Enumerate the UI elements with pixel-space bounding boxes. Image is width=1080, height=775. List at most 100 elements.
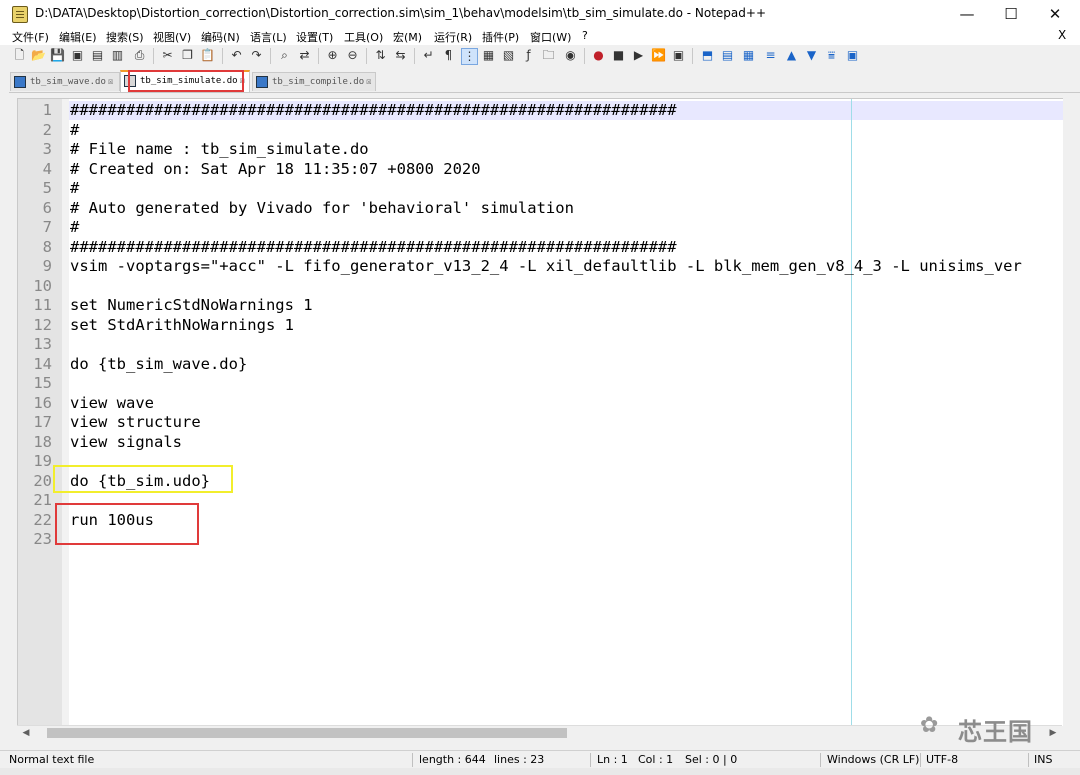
plugin-e-icon[interactable]: ⩸: [824, 48, 839, 63]
status-insert-mode: INS: [1034, 753, 1053, 766]
close-document-button[interactable]: X: [1058, 28, 1066, 42]
line-number: 3: [42, 140, 52, 158]
bottom-strip: [0, 768, 1080, 775]
close-file-icon[interactable]: ▤: [90, 48, 105, 63]
sync-vertical-icon[interactable]: ⇅: [373, 48, 388, 63]
open-file-icon[interactable]: 📂: [31, 48, 46, 63]
line-number: 16: [33, 393, 52, 412]
tab-tb-sim-compile[interactable]: tb_sim_compile.do ☒: [252, 72, 376, 91]
menu-view[interactable]: 视图(V): [153, 29, 191, 45]
line-text[interactable]: set StdArithNoWarnings 1: [70, 316, 294, 336]
menu-edit[interactable]: 编辑(E): [59, 29, 97, 45]
plugin-c-icon[interactable]: ▦: [741, 48, 756, 63]
up-arrow-icon[interactable]: ▲: [784, 48, 799, 63]
horizontal-scrollbar[interactable]: ◀ ▶: [17, 725, 1062, 740]
play-macro-icon[interactable]: ▶: [631, 48, 646, 63]
scrollbar-thumb[interactable]: [47, 728, 567, 738]
tab-tb-sim-wave[interactable]: tb_sim_wave.do ☒: [10, 72, 120, 91]
save-all-icon[interactable]: ▣: [70, 48, 85, 63]
line-number: 7: [42, 218, 52, 236]
line-number: 10: [33, 276, 52, 295]
tab-close-icon[interactable]: ☒: [366, 73, 371, 91]
watermark-text: 芯王国: [958, 718, 1033, 746]
undo-icon[interactable]: ↶: [229, 48, 244, 63]
folder-workspace-icon[interactable]: 🗀: [541, 48, 556, 63]
plugin-d-icon[interactable]: ≡: [763, 48, 778, 63]
redo-icon[interactable]: ↷: [249, 48, 264, 63]
line-number: 19: [33, 452, 52, 470]
menu-settings[interactable]: 设置(T): [296, 29, 333, 45]
scroll-left-icon[interactable]: ◀: [19, 726, 33, 740]
line-number: 21: [33, 491, 52, 509]
plugin-a-icon[interactable]: ⬒: [700, 48, 715, 63]
line-text[interactable]: set NumericStdNoWarnings 1: [70, 296, 313, 316]
line-text[interactable]: #: [70, 218, 79, 238]
status-col: Col : 1: [638, 753, 674, 766]
record-macro-icon[interactable]: ●: [591, 48, 606, 63]
menu-search[interactable]: 搜索(S): [106, 29, 144, 45]
zoom-in-icon[interactable]: ⊕: [325, 48, 340, 63]
menu-tools[interactable]: 工具(O): [344, 29, 383, 45]
line-text[interactable]: # Auto generated by Vivado for 'behavior…: [70, 199, 574, 219]
cut-icon[interactable]: ✂: [160, 48, 175, 63]
print-icon[interactable]: ⎙: [132, 48, 147, 63]
indent-guide-icon[interactable]: ⋮: [461, 48, 478, 65]
tab-close-icon[interactable]: ☒: [108, 73, 113, 91]
line-number: 9: [42, 257, 52, 275]
menu-encoding[interactable]: 编码(N): [201, 29, 240, 45]
minimize-button[interactable]: —: [944, 0, 990, 28]
line-text[interactable]: ########################################…: [70, 238, 677, 258]
line-text[interactable]: view structure: [70, 413, 201, 433]
line-text[interactable]: view signals: [70, 433, 182, 453]
line-number: 20: [33, 471, 52, 490]
tab-label: tb_sim_compile.do: [272, 77, 365, 87]
paste-icon[interactable]: 📋: [200, 48, 215, 63]
menu-file[interactable]: 文件(F): [12, 29, 49, 45]
plugin-b-icon[interactable]: ▤: [720, 48, 735, 63]
line-text[interactable]: do {tb_sim_wave.do}: [70, 355, 247, 375]
fold-margin[interactable]: [62, 99, 69, 726]
menu-run[interactable]: 运行(R): [434, 29, 472, 45]
save-icon[interactable]: 💾: [50, 48, 65, 63]
line-text[interactable]: #: [70, 179, 79, 199]
copy-icon[interactable]: ❐: [180, 48, 195, 63]
line-text[interactable]: # Created on: Sat Apr 18 11:35:07 +0800 …: [70, 160, 481, 180]
find-icon[interactable]: ⌕: [277, 48, 292, 63]
menu-bar: 文件(F) 编辑(E) 搜索(S) 视图(V) 编码(N) 语言(L) 设置(T…: [0, 28, 1080, 45]
down-arrow-icon[interactable]: ▼: [804, 48, 819, 63]
close-all-icon[interactable]: ▥: [110, 48, 125, 63]
close-window-button[interactable]: ✕: [1032, 0, 1078, 28]
line-text[interactable]: # File name : tb_sim_simulate.do: [70, 140, 369, 160]
menu-macro[interactable]: 宏(M): [393, 29, 422, 45]
play-multiple-icon[interactable]: ⏩: [651, 48, 666, 63]
udl-icon[interactable]: ▦: [481, 48, 496, 63]
line-text[interactable]: ########################################…: [70, 101, 677, 121]
menu-help[interactable]: ?: [582, 29, 588, 42]
file-saved-icon: [14, 75, 26, 88]
zoom-out-icon[interactable]: ⊖: [345, 48, 360, 63]
line-number: 1: [42, 101, 52, 119]
show-all-characters-icon[interactable]: ¶: [441, 48, 456, 63]
status-file-type: Normal text file: [9, 753, 95, 766]
save-macro-icon[interactable]: ▣: [671, 48, 686, 63]
maximize-button[interactable]: ☐: [988, 0, 1034, 28]
notepadpp-window: D:\DATA\Desktop\Distortion_correction\Di…: [0, 0, 1080, 775]
line-text[interactable]: view wave: [70, 394, 154, 414]
text-editor[interactable]: 1 #######################################…: [17, 98, 1063, 726]
line-text[interactable]: #: [70, 121, 79, 141]
stop-macro-icon[interactable]: ■: [611, 48, 626, 63]
sync-horizontal-icon[interactable]: ⇆: [393, 48, 408, 63]
menu-window[interactable]: 窗口(W): [530, 29, 571, 45]
doc-map-icon[interactable]: ▧: [501, 48, 516, 63]
line-text[interactable]: vsim -voptargs="+acc" -L fifo_generator_…: [70, 257, 1022, 277]
plugin-f-icon[interactable]: ▣: [845, 48, 860, 63]
monitoring-icon[interactable]: ◉: [563, 48, 578, 63]
new-file-icon[interactable]: 🗋: [12, 48, 27, 63]
status-eol: Windows (CR LF): [827, 753, 920, 766]
word-wrap-icon[interactable]: ↵: [421, 48, 436, 63]
function-list-icon[interactable]: ƒ: [521, 48, 536, 63]
menu-language[interactable]: 语言(L): [250, 29, 287, 45]
status-encoding: UTF-8: [926, 753, 959, 766]
replace-icon[interactable]: ⇄: [297, 48, 312, 63]
menu-plugins[interactable]: 插件(P): [482, 29, 519, 45]
